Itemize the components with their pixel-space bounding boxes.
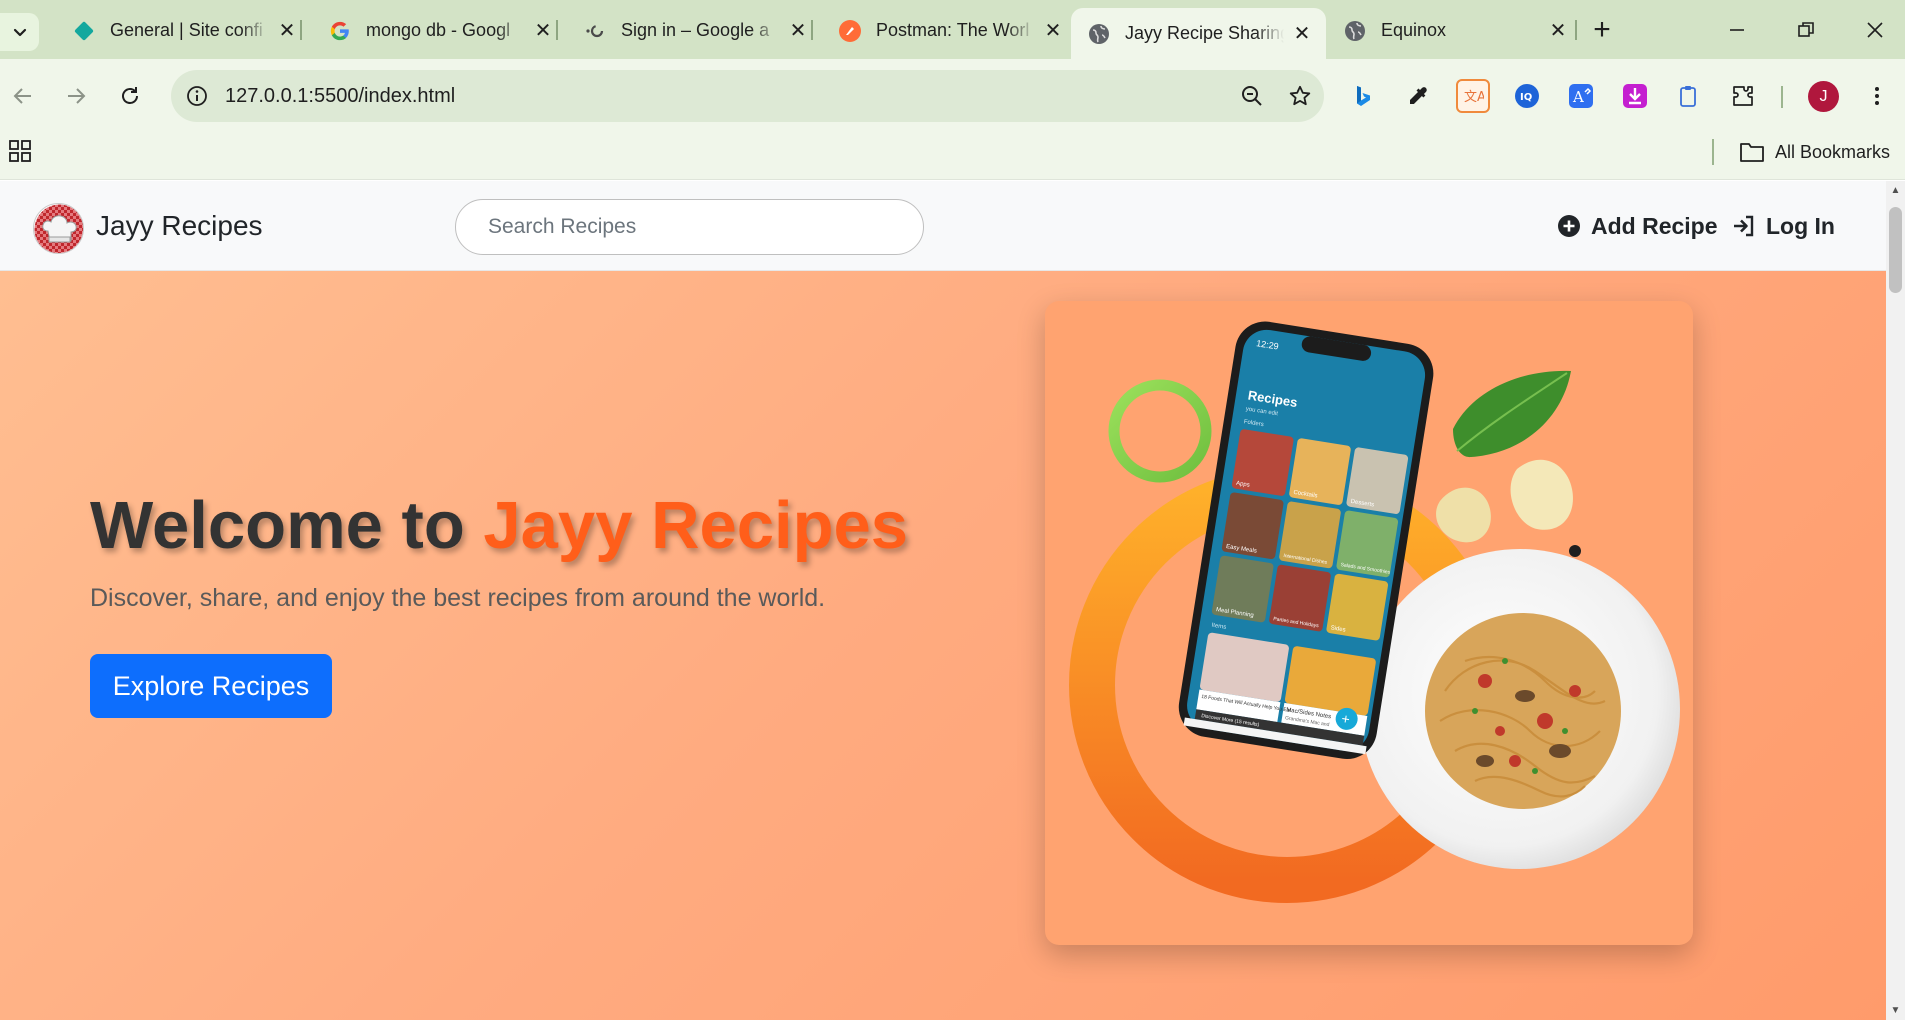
garlic-illustration [1436,459,1581,557]
url-text: 127.0.0.1:5500/index.html [225,85,456,107]
reload-button[interactable] [110,76,150,116]
restore-icon [1798,22,1814,37]
chef-hat-logo[interactable] [33,203,84,254]
minimize-icon [1730,29,1744,31]
add-recipe-label: Add Recipe [1591,212,1718,239]
close-tab-icon[interactable]: ✕ [1041,19,1065,43]
new-tab-button[interactable]: + [1585,13,1619,47]
site-navbar: Jayy Recipes Add Recipe Log In [0,181,1886,271]
chevron-down-icon [13,28,26,37]
pasta-plate-illustration [1360,549,1680,869]
bookmarks-divider [1712,139,1714,165]
browser-menu-icon[interactable] [1860,79,1894,113]
hero-title-prefix: Welcome to [90,488,484,563]
translate-extension-icon[interactable]: 文A [1456,79,1490,113]
hero-title: Welcome to Jayy Recipes [90,487,908,564]
close-tab-icon[interactable]: ✕ [786,19,810,43]
browser-tab-equinox[interactable]: Equinox ✕ [1327,10,1582,51]
page-scrollbar[interactable]: ▲ ▼ [1886,181,1905,1020]
globe-favicon-icon [1343,19,1367,43]
google-favicon-icon [328,19,352,43]
phone-tile-grid [1211,429,1409,641]
arrow-left-icon [13,88,31,104]
profile-avatar[interactable]: J [1808,81,1839,112]
tab-title: Sign in – Google a [621,20,770,40]
close-icon [1867,22,1883,38]
scroll-up-icon[interactable]: ▲ [1890,185,1901,196]
site-info-icon[interactable] [181,80,213,112]
svg-text:IQ: IQ [1520,92,1532,103]
arrow-right-icon [68,88,86,104]
search-recipes-input[interactable] [455,199,924,255]
login-link[interactable]: Log In [1732,210,1835,242]
browser-tab-sign-in[interactable]: Sign in – Google a ✕ [567,10,822,51]
browser-tab-strip: General | Site confi ✕ mongo db - Googl … [0,0,1905,59]
close-window-button[interactable] [1847,10,1903,50]
page-viewport: Jayy Recipes Add Recipe Log In Welcome t… [0,181,1886,1020]
hero-title-accent: Jayy Recipes [483,488,909,563]
basil-leaf-illustration [1453,370,1571,458]
folder-icon [1740,143,1764,162]
globe-favicon-icon [1087,22,1111,46]
postman-favicon-icon [838,19,862,43]
minimize-window-button[interactable] [1709,10,1765,50]
tab-title: Equinox [1381,20,1447,40]
tab-divider [300,20,302,40]
tab-divider [1575,20,1577,40]
reload-icon [122,87,138,104]
restore-window-button[interactable] [1778,10,1834,50]
explore-recipes-button[interactable]: Explore Recipes [90,654,332,718]
hero-subtitle: Discover, share, and enjoy the best reci… [90,584,826,612]
bookmarks-bar: All Bookmarks [0,134,1905,180]
tab-title: Jayy Recipe Sharing [1125,23,1284,43]
tab-title: Postman: The Worl [876,20,1030,40]
apps-grid-icon[interactable] [8,139,32,163]
scroll-down-icon[interactable]: ▼ [1890,1005,1901,1016]
svg-text:文A: 文A [1464,90,1484,105]
browser-tab-mongo[interactable]: mongo db - Googl ✕ [312,10,567,51]
recipe-app-illustration: 12:29 Recipes you can edit Folders Apps … [1069,321,1680,903]
clipboard-extension-icon[interactable] [1671,79,1705,113]
tab-divider [556,20,558,40]
brand-name[interactable]: Jayy Recipes [96,210,263,242]
forward-button[interactable] [56,76,96,116]
loading-favicon-icon [583,19,607,43]
tab-title: General | Site confi [110,20,263,40]
download-extension-icon[interactable] [1618,79,1652,113]
hero-section: Welcome to Jayy Recipes Discover, share,… [0,271,1886,1020]
scroll-thumb[interactable] [1889,207,1902,293]
add-recipe-link[interactable]: Add Recipe [1557,210,1718,242]
browser-tab-general[interactable]: General | Site confi ✕ [56,10,311,51]
browser-tab-jayy-recipe[interactable]: Jayy Recipe Sharing ✕ [1071,8,1326,59]
tab-title: mongo db - Googl [366,20,511,40]
iq-extension-icon[interactable]: IQ [1510,79,1544,113]
close-tab-icon[interactable]: ✕ [1546,19,1570,43]
bing-extension-icon[interactable] [1346,79,1380,113]
login-label: Log In [1766,212,1835,239]
extensions-puzzle-icon[interactable] [1726,79,1760,113]
close-tab-icon[interactable]: ✕ [1290,22,1314,46]
close-tab-icon[interactable]: ✕ [531,19,555,43]
browser-toolbar: 127.0.0.1:5500/index.html 文A IQ A J [0,59,1905,134]
address-bar[interactable]: 127.0.0.1:5500/index.html [171,70,1324,122]
all-bookmarks-label: All Bookmarks [1775,141,1891,162]
tab-divider [811,20,813,40]
diamond-favicon-icon [72,19,96,43]
hero-illustration-card: 12:29 Recipes you can edit Folders Apps … [1045,301,1693,945]
svg-text:A: A [1572,88,1584,106]
eyedropper-extension-icon[interactable] [1401,79,1435,113]
all-bookmarks-button[interactable]: All Bookmarks [1739,138,1890,166]
green-ring-shape [1108,379,1212,483]
close-tab-icon[interactable]: ✕ [275,19,299,43]
browser-tab-postman[interactable]: Postman: The Worl ✕ [822,10,1077,51]
zoom-icon[interactable] [1236,80,1268,112]
plus-circle-icon [1557,214,1581,238]
bookmark-star-icon[interactable] [1284,80,1316,112]
back-button[interactable] [3,76,43,116]
toolbar-divider [1781,86,1783,108]
sign-in-icon [1732,214,1756,238]
font-extension-icon[interactable]: A [1564,79,1598,113]
tab-search-button[interactable] [0,13,39,51]
